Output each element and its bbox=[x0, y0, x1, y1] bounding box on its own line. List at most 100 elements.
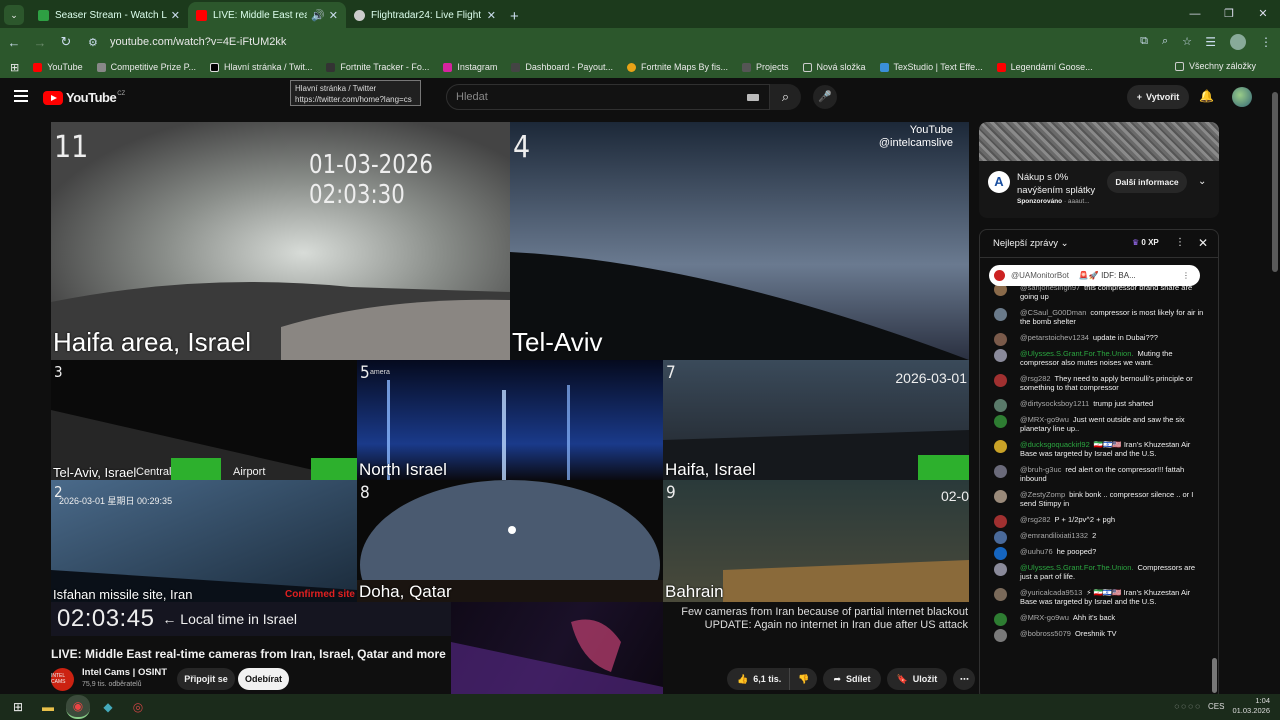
chat-author[interactable]: @Ulysses.S.Grant.For.The.Union. bbox=[1020, 349, 1134, 358]
windows-start-icon[interactable]: ⊞ bbox=[6, 695, 30, 719]
speaker-icon[interactable]: 🔊 bbox=[311, 9, 325, 22]
bookmark-texstudio[interactable]: TexStudio | Text Effe... bbox=[879, 62, 983, 72]
keyboard-icon[interactable] bbox=[747, 94, 759, 101]
bookmark-fortnite-maps[interactable]: Fortnite Maps By fis... bbox=[626, 62, 728, 72]
chat-author[interactable]: @petarstoichev1234 bbox=[1020, 333, 1089, 342]
chat-message[interactable]: @bobross5079 Oreshnik TV bbox=[980, 629, 1208, 642]
chat-author[interactable]: @ZestyZomp bbox=[1020, 490, 1065, 499]
bookmark-competitive[interactable]: Competitive Prize P... bbox=[96, 62, 196, 72]
chat-message[interactable]: @emrandilixiati1332 2 bbox=[980, 531, 1208, 544]
chat-message[interactable]: @Ulysses.S.Grant.For.The.Union. Compresso… bbox=[980, 563, 1208, 581]
tab-youtube[interactable]: LIVE: Middle East real-time🔊✕ bbox=[188, 2, 346, 28]
bookmark-folder[interactable]: Nová složka bbox=[802, 62, 866, 72]
chat-author[interactable]: @rsg282 bbox=[1020, 374, 1051, 383]
xp-badge[interactable]: ♛ 0 XP bbox=[1132, 238, 1159, 247]
chat-message[interactable]: @bruh-g3uc red alert on the compressor!!!… bbox=[980, 465, 1208, 483]
site-info-icon[interactable]: ⚙ bbox=[88, 36, 102, 49]
chevron-down-icon[interactable]: ⌄ bbox=[1198, 176, 1206, 187]
hamburger-menu-icon[interactable] bbox=[14, 90, 28, 102]
chat-message[interactable]: @MRX-go9wu Just went outside and saw the … bbox=[980, 415, 1208, 433]
chat-message[interactable]: @rsg282 They need to apply bernoulli's pr… bbox=[980, 374, 1208, 392]
search-button[interactable]: ⌕ bbox=[770, 84, 801, 110]
close-tab-icon[interactable]: ✕ bbox=[487, 9, 496, 22]
back-icon[interactable]: ← bbox=[2, 35, 26, 50]
language-indicator[interactable]: CES bbox=[1208, 702, 1224, 711]
voice-search-button[interactable]: 🎤 bbox=[813, 85, 837, 109]
chat-message[interactable]: @yuricalcada9513 ⚡ 🇮🇷🇮🇱🇺🇸 Iran's Khuzesta… bbox=[980, 588, 1208, 606]
new-tab-button[interactable]: + bbox=[510, 8, 519, 28]
close-window-icon[interactable]: ✕ bbox=[1246, 0, 1280, 28]
chat-author[interactable]: @bobross5079 bbox=[1020, 629, 1071, 638]
bookmark-fortnite-tracker[interactable]: Fortnite Tracker - Fo... bbox=[326, 62, 429, 72]
bookmark-instagram[interactable]: Instagram bbox=[443, 62, 497, 72]
chat-message[interactable]: @rsg282 P + 1/2pv^2 + pgh bbox=[980, 515, 1208, 528]
ad-more-info-button[interactable]: Další informace bbox=[1107, 171, 1187, 193]
bookmark-projects[interactable]: Projects bbox=[742, 62, 789, 72]
chat-message[interactable]: @dirtysocksboy1211 trump just sharted bbox=[980, 399, 1208, 412]
chat-author[interactable]: @bruh-g3uc bbox=[1020, 465, 1061, 474]
system-clock[interactable]: 1:04 01.03.2026 bbox=[1232, 696, 1270, 716]
youtube-logo[interactable]: YouTube CZ bbox=[43, 90, 125, 105]
tray-icons[interactable]: ◌ ◌ ◌ ◌ bbox=[1174, 702, 1200, 711]
chat-message[interactable]: @MRX-go9wu Ahh it's back bbox=[980, 613, 1208, 626]
like-button[interactable]: 👍 6,1 tis. bbox=[727, 668, 790, 690]
channel-name[interactable]: Intel Cams | OSINT bbox=[82, 667, 167, 679]
chat-message[interactable]: @Ulysses.S.Grant.For.The.Union. Muting th… bbox=[980, 349, 1208, 367]
app-icon[interactable]: ◎ bbox=[126, 695, 150, 719]
chat-author[interactable]: @dirtysocksboy1211 bbox=[1020, 399, 1089, 408]
chat-message[interactable]: @uuhu76 he pooped? bbox=[980, 547, 1208, 560]
unsubscribe-button[interactable]: Odebírat bbox=[238, 668, 289, 690]
chat-scrollbar[interactable] bbox=[1211, 258, 1217, 693]
profile-avatar[interactable] bbox=[1230, 34, 1246, 50]
restore-icon[interactable]: ❐ bbox=[1212, 0, 1246, 28]
chat-message[interactable]: @ducksgoquackirl92 🇮🇷🇮🇱🇺🇸 Iran's Khuzesta… bbox=[980, 440, 1208, 458]
chat-author[interactable]: @CSaul_G00Dman bbox=[1020, 308, 1086, 317]
forward-icon[interactable]: → bbox=[28, 35, 52, 50]
chat-scroll-thumb[interactable] bbox=[1212, 658, 1217, 693]
chat-message[interactable]: @ZestyZomp bink bonk .. compressor silenc… bbox=[980, 490, 1208, 508]
close-tab-icon[interactable]: ✕ bbox=[171, 9, 180, 22]
chat-message[interactable]: @CSaul_G00Dman compressor is most likely … bbox=[980, 308, 1208, 326]
share-button[interactable]: ➦ Sdílet bbox=[823, 668, 881, 690]
close-chat-icon[interactable]: ✕ bbox=[1198, 236, 1208, 250]
chat-author[interactable]: @rsg282 bbox=[1020, 515, 1051, 524]
chat-author[interactable]: @emrandilixiati1332 bbox=[1020, 531, 1088, 540]
notifications-bell-icon[interactable]: 🔔 bbox=[1199, 89, 1214, 103]
more-actions-button[interactable]: ⋯ bbox=[953, 668, 976, 690]
chat-mode-dropdown[interactable]: Nejlepší zprávy ⌄ bbox=[993, 238, 1069, 249]
tab-seaser[interactable]: Seaser Stream - Watch Live on K✕ bbox=[30, 2, 188, 28]
url-field[interactable]: ⚙ youtube.com/watch?v=4E-iFtUM2kk bbox=[80, 31, 1198, 53]
dislike-button[interactable]: 👎 bbox=[789, 668, 818, 690]
chat-author[interactable]: @yuricalcada9513 bbox=[1020, 588, 1082, 597]
search-input[interactable]: Hledat bbox=[446, 84, 770, 110]
tab-flightradar[interactable]: Flightradar24: Live Flight Track✕ bbox=[346, 2, 504, 28]
bookmark-youtube[interactable]: YouTube bbox=[33, 62, 83, 72]
file-explorer-icon[interactable]: ▬ bbox=[36, 695, 60, 719]
all-bookmarks[interactable]: Všechny záložky bbox=[1174, 61, 1256, 71]
sponsored-ad-card[interactable]: A Nákup s 0% navýšením splátky Sponzorová… bbox=[979, 122, 1219, 218]
bookmark-twitter[interactable]: Hlavní stránka / Twit... bbox=[209, 62, 312, 72]
zoom-icon[interactable]: ⌕ bbox=[1162, 35, 1168, 48]
pinned-menu-icon[interactable]: ⋮ bbox=[1182, 271, 1190, 280]
app-icon[interactable]: ◆ bbox=[96, 695, 120, 719]
tab-search-button[interactable]: ⌄ bbox=[4, 5, 24, 25]
chat-menu-dots-icon[interactable]: ⋮ bbox=[1175, 237, 1185, 248]
reload-icon[interactable]: ↻ bbox=[54, 34, 78, 50]
chat-author[interactable]: @ducksgoquackirl92 bbox=[1020, 440, 1090, 449]
save-button[interactable]: 🔖 Uložit bbox=[886, 668, 948, 690]
page-scrollbar[interactable] bbox=[1270, 80, 1280, 700]
chat-author[interactable]: @Ulysses.S.Grant.For.The.Union. bbox=[1020, 563, 1134, 572]
chrome-icon[interactable]: ◉ bbox=[66, 695, 90, 719]
page-scroll-thumb[interactable] bbox=[1272, 92, 1278, 272]
account-avatar[interactable] bbox=[1232, 87, 1252, 107]
apps-grid-icon[interactable]: ⊞ bbox=[10, 61, 19, 74]
close-tab-icon[interactable]: ✕ bbox=[329, 9, 338, 22]
chat-author[interactable]: @uuhu76 bbox=[1020, 547, 1053, 556]
bookmark-dashboard[interactable]: Dashboard - Payout... bbox=[511, 62, 613, 72]
minimize-icon[interactable]: — bbox=[1178, 0, 1212, 28]
video-player[interactable]: 11 01-03-2026 02:03:30 Haifa area, Israe… bbox=[51, 122, 969, 602]
menu-dots-icon[interactable]: ⋮ bbox=[1260, 35, 1272, 49]
channel-avatar[interactable]: INTEL CAMS bbox=[51, 667, 74, 691]
pinned-message[interactable]: @UAMonitorBot 🚨🚀 IDF: BA... ⋮ bbox=[989, 265, 1200, 286]
bookmark-star-icon[interactable]: ☆ bbox=[1182, 35, 1192, 48]
